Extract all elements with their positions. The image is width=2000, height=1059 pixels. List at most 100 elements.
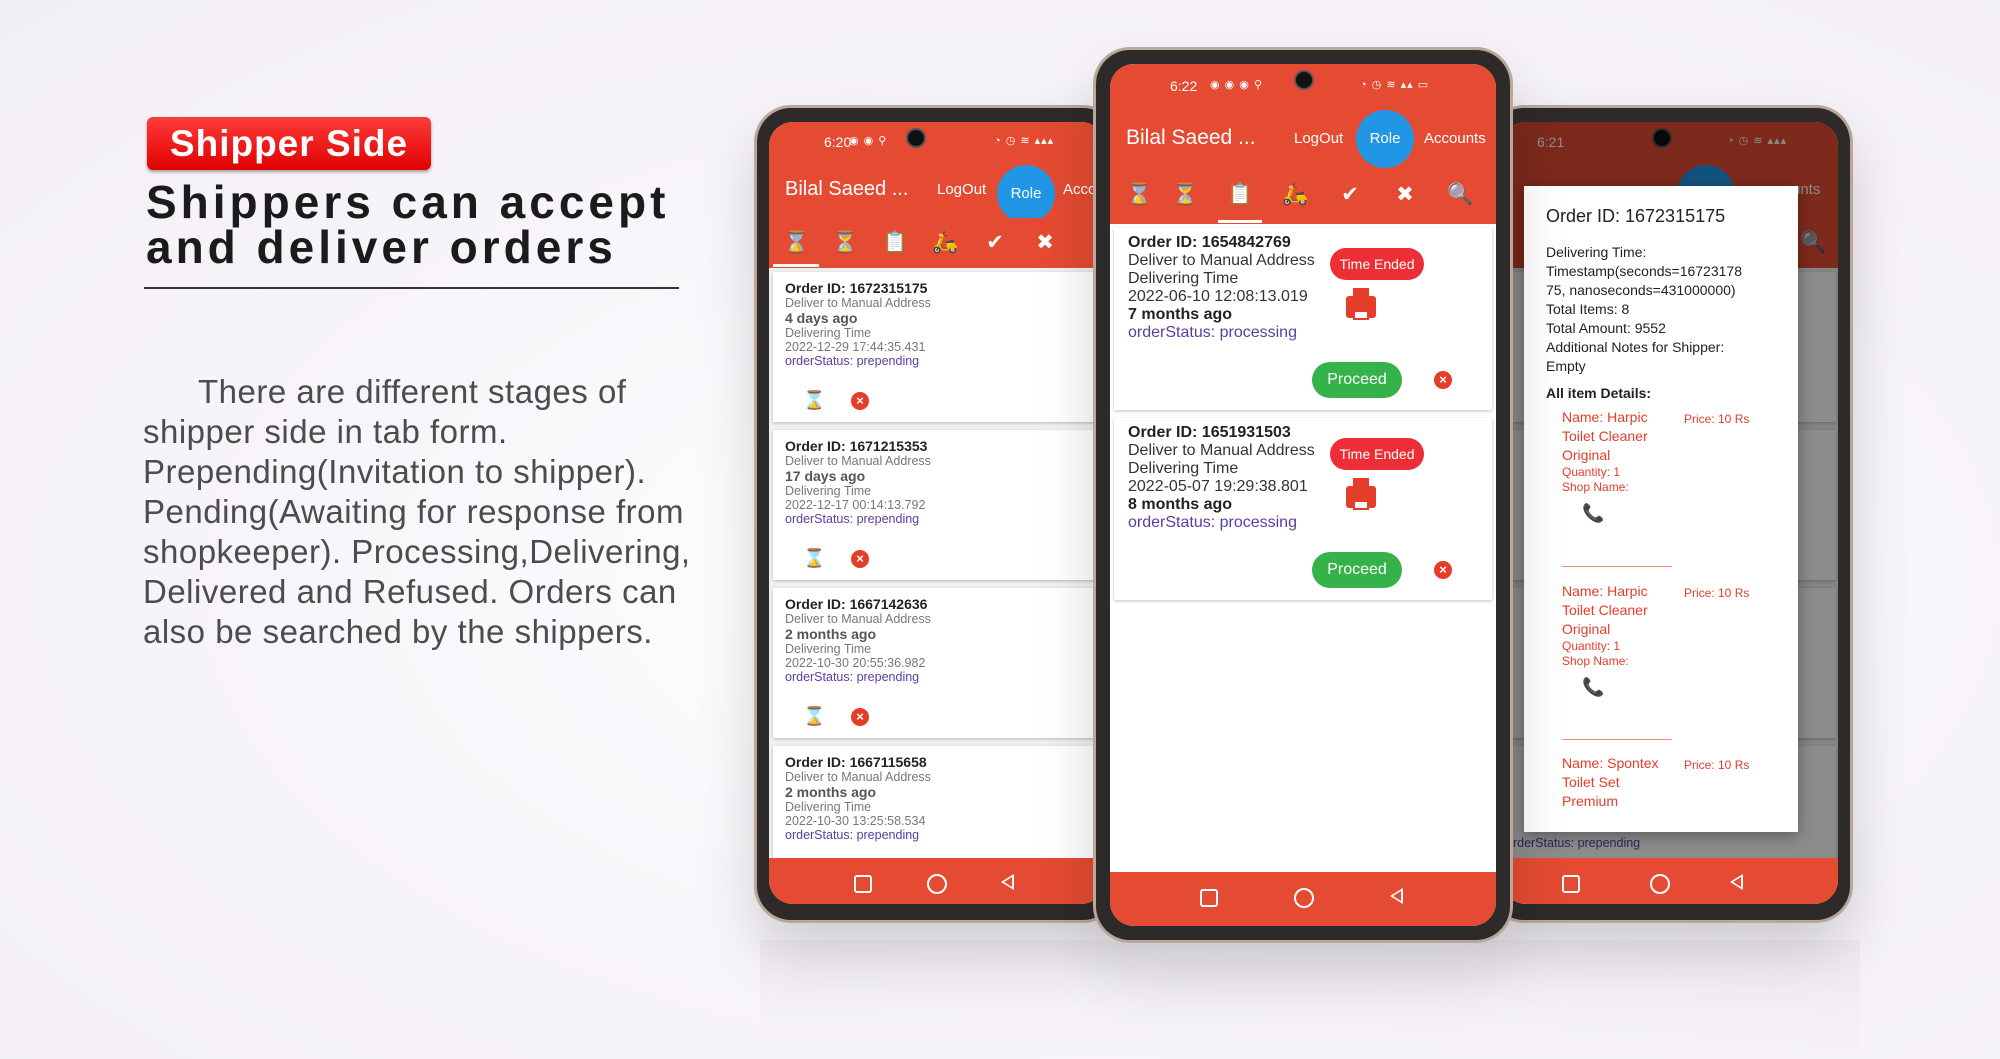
promo-description: There are different stages of shipper si… xyxy=(143,372,743,652)
recent-apps-icon[interactable] xyxy=(854,875,872,893)
tab-indicator xyxy=(1218,220,1262,223)
order-age: 2 months ago xyxy=(785,784,877,800)
order-address: Deliver to Manual Address xyxy=(785,296,931,310)
printer-icon[interactable] xyxy=(1346,478,1376,510)
system-nav-bar xyxy=(1502,858,1838,904)
item-name-line-2: Toilet Set xyxy=(1562,774,1620,790)
description-body: shipper side in tab form. Prepending(Inv… xyxy=(143,413,691,650)
signal-icons: ◔ ◷ ≋ ▴▴ ▭ xyxy=(1360,79,1430,91)
item-price: Price: 10 Rs xyxy=(1684,758,1750,772)
back-icon[interactable] xyxy=(1390,888,1403,904)
logout-button[interactable]: LogOut xyxy=(1294,130,1343,147)
item-shop-name: Shop Name: xyxy=(1562,654,1629,668)
item-name-line-3: Premium xyxy=(1562,793,1619,809)
order-age: 2 months ago xyxy=(785,626,877,642)
reject-cancel-icon[interactable]: × xyxy=(851,708,869,726)
order-card[interactable]: Order ID: 1654842769 Deliver to Manual A… xyxy=(1114,228,1492,410)
accounts-button[interactable]: Accounts xyxy=(1424,130,1486,147)
tab-refused-cancel-icon[interactable]: ✖ xyxy=(1032,230,1058,256)
back-icon[interactable] xyxy=(1001,874,1014,890)
delivering-label: Delivering Time xyxy=(785,800,872,814)
order-list: Order ID: 1672315175 Deliver to Manual A… xyxy=(769,268,1105,896)
tab-pending-hourglass-icon[interactable]: ⏳ xyxy=(1172,182,1198,208)
order-status: orderStatus: prepending xyxy=(785,354,920,368)
recent-apps-icon[interactable] xyxy=(1200,889,1218,907)
order-age: 8 months ago xyxy=(1128,496,1233,513)
order-id: Order ID: 1654842769 xyxy=(1128,234,1291,251)
status-time: 6:20 xyxy=(824,134,852,150)
phone-call-icon[interactable]: 📞 xyxy=(1582,677,1604,698)
floor-reflection xyxy=(760,940,1860,1059)
logout-button[interactable]: LogOut xyxy=(937,181,986,198)
home-icon[interactable] xyxy=(927,874,947,894)
notes-label: Additional Notes for Shipper: xyxy=(1546,339,1725,355)
item-quantity: Quantity: 1 xyxy=(1562,465,1621,479)
tab-delivering-scooter-icon[interactable]: 🛵 xyxy=(1282,182,1308,208)
proceed-button[interactable]: Proceed xyxy=(1312,552,1402,588)
home-icon[interactable] xyxy=(1650,874,1670,894)
tab-processing-clipboard-icon[interactable]: 📋 xyxy=(1227,182,1253,208)
home-icon[interactable] xyxy=(1294,888,1314,908)
tab-refused-cancel-icon[interactable]: ✖ xyxy=(1392,182,1418,208)
printer-icon[interactable] xyxy=(1346,288,1376,320)
middle-phone-screen: 6:22 ◉ ◉ ◉ ⚲ ◔ ◷ ≋ ▴▴ ▭ Bilal Saeed ... … xyxy=(1110,64,1496,926)
all-items-label: All item Details: xyxy=(1546,385,1652,401)
role-button[interactable]: Role xyxy=(997,165,1055,223)
order-age: 17 days ago xyxy=(785,468,866,484)
left-phone-screen: 6:20 ◉ ◉ ⚲ ◔ ◷ ≋ ▴▴▴ Bilal Saeed ... Log… xyxy=(769,122,1105,904)
delivering-label: Delivering Time xyxy=(785,484,872,498)
recent-apps-icon[interactable] xyxy=(1562,875,1580,893)
order-card[interactable]: Order ID: 1667142636 Deliver to Manual A… xyxy=(773,588,1103,738)
item-divider xyxy=(1562,566,1672,567)
promo-headline: Shippers can accept and deliver orders xyxy=(146,176,670,273)
reject-cancel-icon[interactable]: × xyxy=(1434,561,1452,579)
order-card[interactable]: Order ID: 1672315175 Deliver to Manual A… xyxy=(773,272,1103,422)
system-nav-bar xyxy=(1110,872,1496,926)
app-title: Bilal Saeed ... xyxy=(785,178,909,200)
item-detail: Name: Harpic Toilet Cleaner Original Qua… xyxy=(1562,582,1782,722)
tab-delivered-check-icon[interactable]: ✔ xyxy=(982,230,1008,256)
order-id: Order ID: 1667142636 xyxy=(785,596,928,612)
item-detail: Name: Harpic Toilet Cleaner Original Qua… xyxy=(1562,408,1782,548)
total-amount: Total Amount: 9552 xyxy=(1546,320,1666,336)
back-icon[interactable] xyxy=(1730,874,1743,890)
tab-delivering-scooter-icon[interactable]: 🛵 xyxy=(932,230,958,256)
order-id: Order ID: 1672315175 xyxy=(785,280,928,296)
accept-hourglass-icon[interactable]: ⌛ xyxy=(803,390,825,411)
tab-delivered-check-icon[interactable]: ✔ xyxy=(1337,182,1363,208)
item-name-line-2: Toilet Cleaner xyxy=(1562,428,1648,444)
reject-cancel-icon[interactable]: × xyxy=(851,550,869,568)
order-card[interactable]: Order ID: 1671215353 Deliver to Manual A… xyxy=(773,430,1103,580)
order-card[interactable]: Order ID: 1651931503 Deliver to Manual A… xyxy=(1114,418,1492,600)
role-button[interactable]: Role xyxy=(1356,110,1414,168)
tab-search-icon[interactable]: 🔍 xyxy=(1447,182,1473,208)
total-items: Total Items: 8 xyxy=(1546,301,1630,317)
status-bar: 6:20 ◉ ◉ ⚲ ◔ ◷ ≋ ▴▴▴ xyxy=(769,122,1105,162)
status-bar: 6:22 ◉ ◉ ◉ ⚲ ◔ ◷ ≋ ▴▴ ▭ xyxy=(1110,64,1496,108)
timestamp-line-1: Timestamp(seconds=16723178 xyxy=(1546,263,1742,279)
accept-hourglass-icon[interactable]: ⌛ xyxy=(803,706,825,727)
headline-divider xyxy=(144,287,679,289)
reject-cancel-icon[interactable]: × xyxy=(851,392,869,410)
delivering-label: Delivering Time xyxy=(785,326,872,340)
tab-pending-hourglass-icon[interactable]: ⏳ xyxy=(832,230,858,256)
proceed-button[interactable]: Proceed xyxy=(1312,362,1402,398)
tab-prepending-hourglass-icon[interactable]: ⌛ xyxy=(1126,182,1152,208)
order-id: Order ID: 1667115658 xyxy=(785,754,927,770)
middle-phone: 6:22 ◉ ◉ ◉ ⚲ ◔ ◷ ≋ ▴▴ ▭ Bilal Saeed ... … xyxy=(1096,50,1510,940)
notes-value: Empty xyxy=(1546,358,1586,374)
item-name-line-3: Original xyxy=(1562,621,1611,637)
camera-icon xyxy=(906,128,926,148)
tab-processing-clipboard-icon[interactable]: 📋 xyxy=(882,230,908,256)
time-ended-badge: Time Ended xyxy=(1330,438,1424,470)
tab-prepending-hourglass-icon[interactable]: ⌛ xyxy=(783,230,809,256)
app-bar: Bilal Saeed ... LogOut Role Accoun xyxy=(769,162,1105,223)
tab-indicator xyxy=(773,264,819,267)
order-id: Order ID: 1671215353 xyxy=(785,438,928,454)
delivering-datetime: 2022-12-17 00:14:13.792 xyxy=(785,498,926,512)
reject-cancel-icon[interactable]: × xyxy=(1434,371,1452,389)
tab-bar: ⌛ ⏳ 📋 🛵 ✔ ✖ 🔍 xyxy=(1110,170,1496,224)
phone-call-icon[interactable]: 📞 xyxy=(1582,503,1604,524)
accept-hourglass-icon[interactable]: ⌛ xyxy=(803,548,825,569)
item-price: Price: 10 Rs xyxy=(1684,412,1750,426)
